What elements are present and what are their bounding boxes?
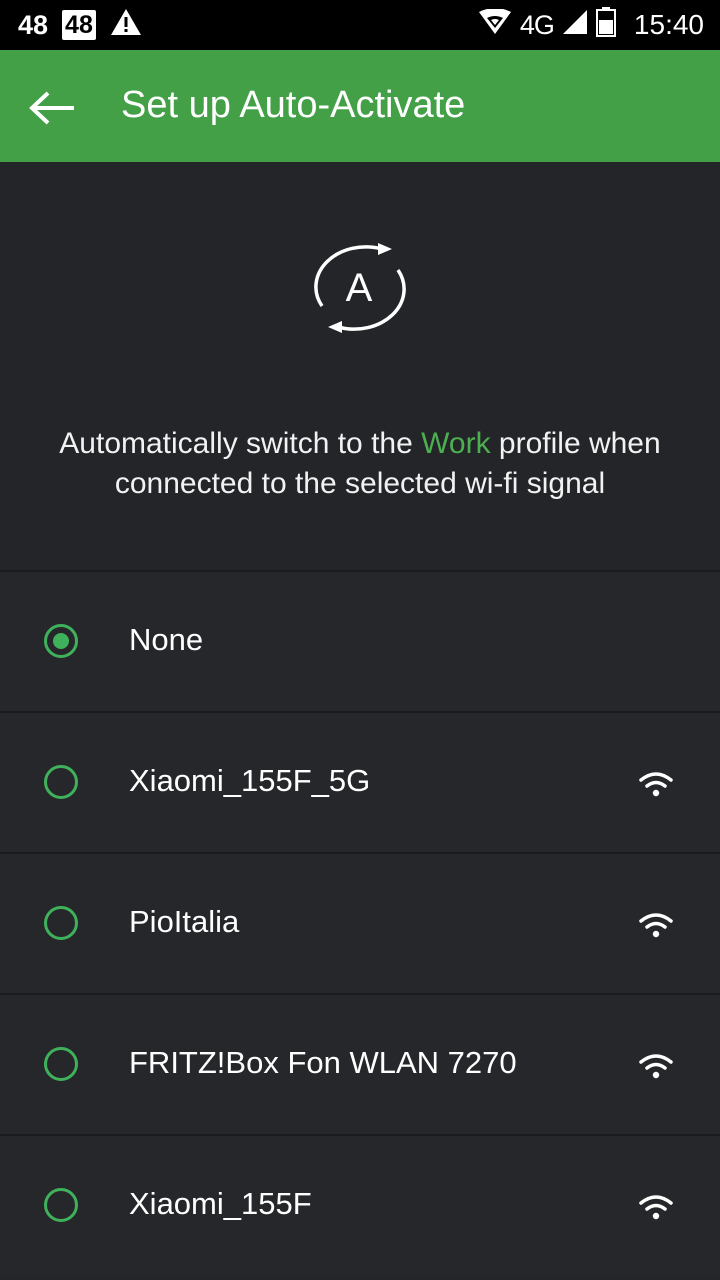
description-pre: Automatically switch to the xyxy=(59,427,422,460)
app-bar: Set up Auto-Activate xyxy=(0,50,720,162)
list-item-wifi[interactable]: Xiaomi_155F_5G xyxy=(0,711,720,852)
status-system: 4G 15:40 xyxy=(478,0,704,50)
list-item-label: Xiaomi_155F_5G xyxy=(129,763,371,798)
wifi-signal-icon xyxy=(639,772,673,797)
list-item-label: PioItalia xyxy=(129,904,240,939)
auto-activate-header: A Automatically switch to the Work profi… xyxy=(0,162,720,570)
list-item-label: FRITZ!Box Fon WLAN 7270 xyxy=(129,1045,517,1080)
list-item-wifi[interactable]: Xiaomi_155F xyxy=(0,1134,720,1275)
wifi-signal-icon xyxy=(639,1054,673,1079)
auto-activate-icon: A xyxy=(314,243,406,333)
list-item-wifi[interactable]: FRITZ!Box Fon WLAN 7270 xyxy=(0,993,720,1134)
radio-button[interactable] xyxy=(44,765,78,799)
wifi-list: None Xiaomi_155F_5G PioItalia FRITZ!Box … xyxy=(0,570,720,1275)
profile-name-highlight: Work xyxy=(421,427,491,460)
wifi-status-icon xyxy=(478,7,512,42)
status-notifications: 48 48 xyxy=(18,0,142,50)
wifi-signal-icon xyxy=(639,913,673,938)
radio-button[interactable] xyxy=(44,906,78,940)
status-bar: 48 48 4G 15:40 xyxy=(0,0,720,50)
list-item-label: Xiaomi_155F xyxy=(129,1186,312,1221)
list-item-none[interactable]: None xyxy=(0,570,720,711)
arrow-left-icon xyxy=(29,91,74,125)
auto-icon-letter: A xyxy=(346,266,373,310)
radio-button[interactable] xyxy=(44,1188,78,1222)
notification-boxed-number: 48 xyxy=(62,10,96,40)
radio-button-selected[interactable] xyxy=(44,624,78,658)
network-type-label: 4G xyxy=(519,9,555,40)
clock: 15:40 xyxy=(633,9,704,40)
warning-icon xyxy=(110,8,142,43)
back-button[interactable] xyxy=(24,80,80,136)
list-item-label: None xyxy=(129,622,204,657)
radio-button[interactable] xyxy=(44,1047,78,1081)
notification-number: 48 xyxy=(18,9,49,40)
auto-activate-description: Automatically switch to the Work profile… xyxy=(30,424,690,504)
wifi-signal-icon xyxy=(639,1195,673,1220)
list-item-wifi[interactable]: PioItalia xyxy=(0,852,720,993)
battery-icon xyxy=(595,6,616,44)
page-title: Set up Auto-Activate xyxy=(121,84,466,126)
cell-signal-icon xyxy=(562,9,588,42)
